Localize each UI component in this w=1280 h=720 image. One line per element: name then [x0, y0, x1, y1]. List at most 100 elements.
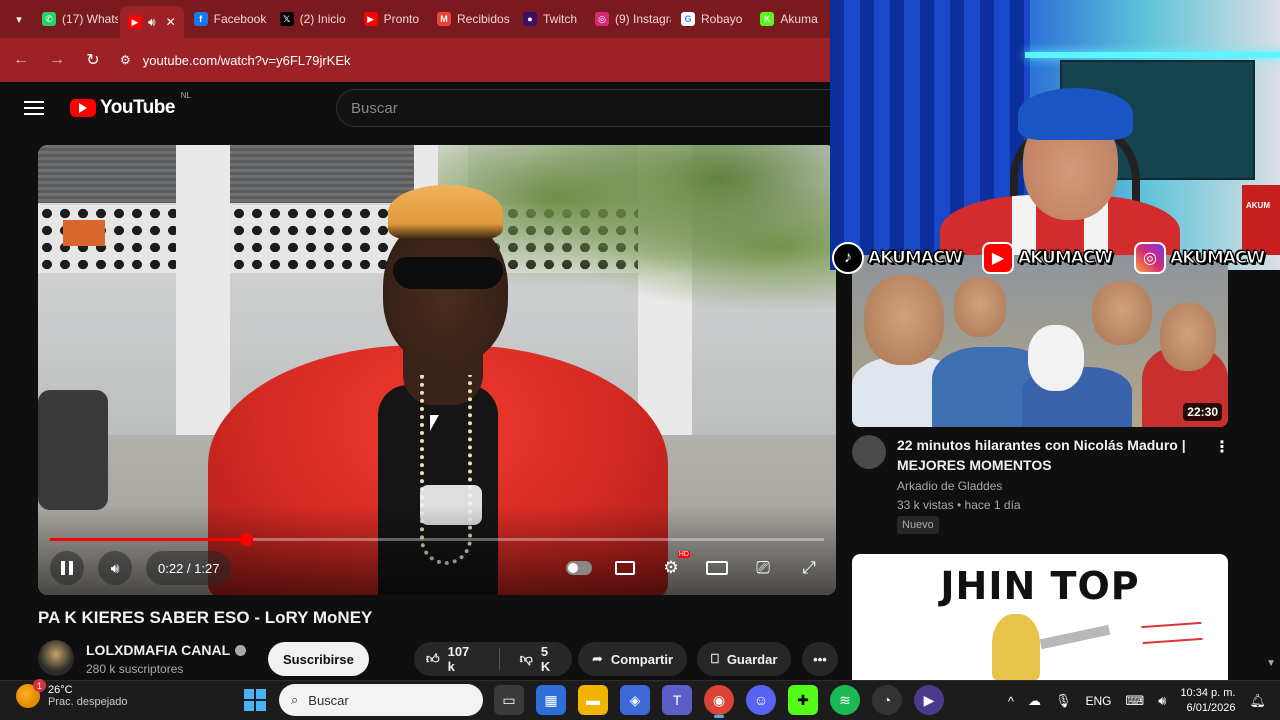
chrome-icon[interactable]: ◉ [704, 685, 734, 718]
reload-button[interactable]: ↻ [84, 50, 102, 70]
discord-icon[interactable]: ☺ [746, 685, 776, 715]
browser-tab[interactable]: ● Twitch [515, 5, 585, 33]
youtube-icon: ▶ [363, 12, 378, 26]
audio-playing-icon[interactable]: 🔊︎ [148, 15, 156, 30]
network-icon[interactable]: ⌨ [1125, 693, 1144, 709]
notifications-icon[interactable]: 🔔︎ [1249, 693, 1266, 709]
browser-tab[interactable]: ✆ (17) WhatsApp [34, 5, 118, 33]
facebook-icon: f [193, 12, 208, 26]
player-right-controls: ⚙ HD ⎚ ⤢ [566, 551, 822, 585]
channel-avatar[interactable] [38, 640, 74, 676]
cast-button[interactable]: ⎚ [750, 555, 776, 581]
autoplay-toggle[interactable] [566, 555, 592, 581]
like-button[interactable]: 👍︎ 107 k [414, 642, 491, 676]
instagram-icon: ◎ [1134, 242, 1166, 274]
screen: ▾ ✆ (17) WhatsApp ▶ 🔊︎ ✕ f Facebook 𝕏 (2) Inicio… [0, 0, 1280, 720]
browser-tab-strip: ▾ ✆ (17) WhatsApp ▶ 🔊︎ ✕ f Facebook 𝕏 (2) Inicio… [0, 0, 830, 38]
recommendation-thumbnail[interactable]: 22:30 [852, 255, 1228, 427]
browser-tab[interactable]: G Robayo [673, 5, 750, 33]
video-title: PA K KIERES SABER ESO - LoRY MoNEY [38, 608, 373, 627]
more-actions-button[interactable]: ••• [802, 642, 838, 676]
share-icon: ➦ [592, 651, 603, 666]
sun-icon: 1 [16, 679, 46, 708]
app-icon[interactable]: ◈ [620, 685, 650, 715]
browser-tab[interactable]: K Akuma [752, 5, 825, 33]
channel-avatar[interactable] [852, 435, 886, 469]
back-button[interactable]: ← [12, 51, 30, 69]
theater-mode-button[interactable] [704, 555, 730, 581]
address-bar: ← → ↻ ⚙ youtube.com/watch?v=y6FL79jrKEk [0, 38, 830, 82]
kick-icon[interactable]: ✚ [788, 685, 818, 715]
tab-label: Recibidos [457, 12, 510, 26]
more-options-icon[interactable]: ⋮ [1214, 437, 1230, 457]
youtube-header: YouTube NL Buscar [0, 82, 830, 134]
close-tab-icon[interactable]: ✕ [166, 15, 176, 29]
store-icon[interactable]: ▦ [536, 685, 566, 715]
language-indicator[interactable]: ENG [1085, 694, 1111, 708]
teams-icon[interactable]: T [662, 685, 692, 715]
menu-icon[interactable] [24, 101, 44, 115]
webcam-overlay: AKUM [830, 0, 1280, 270]
volume-button[interactable]: 🔊︎ [98, 551, 132, 585]
bookmark-icon: ⎕ [711, 651, 719, 666]
youtube-logo[interactable]: YouTube NL [70, 91, 191, 119]
weather-widget[interactable]: 1 26°C Prac. despejado [16, 679, 128, 708]
settings-button[interactable]: ⚙ HD [658, 551, 690, 581]
subscriber-count: 280 k suscriptores [86, 662, 184, 676]
spotify-icon[interactable]: ≋ [830, 685, 860, 715]
speaker-icon[interactable]: 🔊︎ [1158, 693, 1166, 709]
save-button[interactable]: ⎕ Guardar [697, 642, 792, 676]
browser-tab[interactable]: M Recibidos [429, 5, 513, 33]
tab-label: Robayo [701, 12, 743, 26]
subscribe-button[interactable]: Suscribirse [268, 642, 369, 676]
youtube-icon: ▶ [982, 242, 1014, 274]
x-icon: 𝕏 [279, 12, 294, 26]
windows-start-icon[interactable] [244, 689, 266, 711]
browser-tab[interactable]: ▶ Pronto [356, 5, 427, 33]
instagram-icon: ◎ [595, 12, 610, 26]
clock[interactable]: 10:34 p. m. 6/01/2026 [1180, 686, 1235, 716]
recommendation-thumbnail-2[interactable]: JHIN TOP [852, 554, 1228, 680]
tab-label: Pronto [383, 12, 419, 26]
file-explorer-icon[interactable]: ▬ [578, 685, 608, 715]
subtitles-button[interactable] [612, 555, 638, 581]
tab-label: (9) Instagram [615, 12, 671, 26]
scrubber-handle[interactable] [239, 533, 253, 546]
dislike-button[interactable]: 👎︎ 5 K [508, 642, 572, 676]
scroll-down-icon[interactable]: ▼ [1266, 658, 1276, 669]
like-dislike-group: 👍︎ 107 k 👎︎ 5 K [414, 642, 572, 676]
forward-button[interactable]: → [48, 51, 66, 69]
media-player-icon[interactable]: ▶ [914, 685, 944, 715]
microphone-icon[interactable]: 🎙︎ [1055, 693, 1072, 709]
tiktok-handle: ♪ AKUMACW [832, 241, 964, 275]
taskbar-search[interactable]: ⌕ Buscar [279, 684, 483, 716]
url-text[interactable]: youtube.com/watch?v=y6FL79jrKEk [143, 53, 351, 68]
browser-tab[interactable]: 𝕏 (2) Inicio [272, 5, 354, 33]
recommendation-title[interactable]: 22 minutos hilarantes con Nicolás Maduro… [897, 435, 1197, 475]
recommendation-channel[interactable]: Arkadio de Gladdes [897, 479, 1002, 493]
channel-name[interactable]: LOLXDMAFIA CANAL [86, 642, 247, 658]
gear-icon: ⚙ [663, 558, 679, 577]
tab-label: (2) Inicio [299, 12, 346, 26]
browser-tab[interactable]: ◎ (9) Instagram [587, 5, 671, 33]
cloud-icon[interactable]: ☁ [1028, 693, 1041, 709]
pause-button[interactable] [50, 551, 84, 585]
progress-bar[interactable] [50, 533, 824, 546]
thumbs-up-icon: 👍︎ [426, 651, 440, 666]
thumbnail-text: JHIN TOP [940, 564, 1140, 608]
task-view-icon[interactable]: ▭ [494, 685, 524, 715]
site-info-icon[interactable]: ⚙ [120, 53, 131, 67]
google-icon: G [681, 12, 696, 26]
youtube-icon: ▶ [128, 15, 142, 29]
video-player[interactable]: 🔊︎ 0:22 / 1:27 ⚙ HD ⎚ ⤢ [38, 145, 836, 595]
browser-tab-active[interactable]: ▶ 🔊︎ ✕ [120, 6, 184, 38]
share-button[interactable]: ➦ Compartir [578, 642, 688, 676]
chevron-up-icon[interactable]: ^ [1008, 694, 1014, 709]
browser-tab[interactable]: f Facebook [186, 5, 270, 33]
gmail-icon: M [437, 12, 451, 26]
search-input[interactable]: Buscar [336, 89, 830, 127]
tab-search-button[interactable]: ▾ [6, 6, 32, 32]
pause-icon [61, 561, 73, 575]
obs-icon[interactable]: ◔ [872, 685, 902, 715]
fullscreen-button[interactable]: ⤢ [796, 555, 822, 581]
